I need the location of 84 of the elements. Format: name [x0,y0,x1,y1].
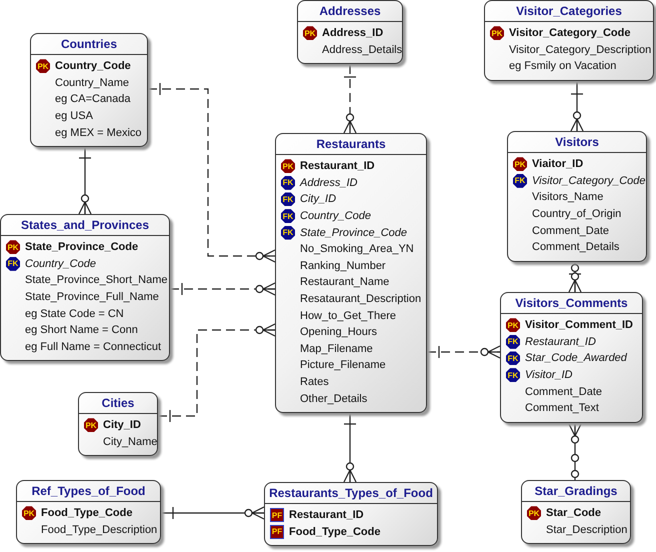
field-name: Country_Code [55,60,131,72]
field-name: Restaurant_Name [300,276,390,288]
field-name: State_Province_Code [25,241,138,254]
key-badge: PF [270,524,284,539]
field-name: Address_ID [300,176,358,189]
field-name: State_Province_Full_Name [25,291,159,304]
key-badge: FK [281,192,295,206]
field-name: Address_Details [322,44,402,56]
key-badge: PK [527,506,541,520]
entity-title: Visitor_Categories [485,1,653,22]
field-name: Visitors_Name [532,191,604,204]
entity-title: Addresses [298,1,402,22]
key-badge: FK [506,334,520,349]
field-name: Comment_Date [532,224,610,237]
field-name: eg State Code = CN [25,308,124,320]
key-badge: FK [281,226,295,240]
field-name: Star_Code_Awarded [525,352,627,364]
key-badge: FK [281,176,295,190]
field-name: eg MEX = Mexico [55,126,142,139]
key-badge: FK [506,351,520,366]
key-badge: PK [303,26,317,40]
field-name: City_ID [300,193,336,206]
entity-title: Restaurants [276,134,426,155]
field-name: Visitor_Category_Code [532,174,646,187]
key-badge: PK [22,506,36,520]
entity-title: Visitors [508,132,646,153]
entity-title: Star_Gradings [522,481,630,502]
field-name: Address_ID [322,27,384,40]
field-name: Ranking_Number [300,260,386,272]
field-name: Restaurant_ID [289,509,364,522]
key-badge: PK [490,26,504,40]
field-name: Comment_Date [525,386,602,398]
field-name: Food_Type_Description [41,524,158,536]
field-name: Star_Description [546,524,628,536]
field-name: eg CA=Canada [55,93,131,106]
field-name: Visitor_Comment_ID [525,319,633,332]
entity-title: Ref_Types_of_Food [17,481,160,502]
entity-title: Restaurants_Types_of_Food [265,483,437,504]
key-badge: PK [513,157,527,172]
key-badge: PK [84,418,98,432]
key-badge: FK [513,174,527,188]
field-name: Visitor_ID [525,369,572,382]
key-badge: FK [281,209,295,224]
key-badge: PF [270,508,284,522]
field-name: State_Province_Code [300,226,408,239]
key-badge: FK [506,368,520,382]
field-name: City_Name [103,436,158,448]
field-name: Restaurant_ID [525,336,596,348]
field-name: No_Smoking_Area_YN [300,243,414,256]
key-badge: PK [6,240,20,254]
field-name: Picture_Filename [300,359,386,372]
field-name: Food_Type_Code [41,507,132,520]
field-name: Opening_Hours [300,326,378,338]
key-badge: PK [281,159,295,174]
field-name: Other_Details [300,392,368,405]
entity-title: States_and_Provinces [1,215,169,236]
field-name: Restaurant_ID [300,160,375,172]
field-name: Viaitor_ID [532,158,584,170]
key-badge: PK [36,59,50,74]
field-name: City_ID [103,419,141,432]
entity-title: Cities [79,393,157,414]
field-name: eg Short Name = Conn [25,324,138,336]
field-name: Visitor_Category_Description [509,44,652,56]
field-name: eg Fsmily on Vacation [509,60,616,72]
field-name: Country_Code [300,210,371,222]
field-name: Comment_Text [525,402,599,414]
field-name: Country_of_Origin [532,208,622,220]
field-name: State_Province_Short_Name [25,274,168,286]
field-name: eg Full Name = Connecticut [25,340,162,353]
field-name: Resataurant_Description [300,293,422,306]
field-name: Country_Name [55,76,129,89]
field-name: Star_Code [546,507,602,520]
field-name: Map_Filename [300,342,373,355]
field-name: Food_Type_Code [289,526,380,538]
entity-title: Countries [31,34,147,55]
field-name: Comment_Details [532,241,620,254]
field-name: Rates [300,376,329,388]
entity-title: Visitors_Comments [501,293,642,314]
key-badge: FK [6,256,20,271]
field-name: eg USA [55,110,93,122]
field-name: Visitor_Category_Code [509,27,630,40]
key-badge: PK [506,318,520,332]
field-name: Country_Code [25,258,96,270]
field-name: How_to_Get_There [300,310,396,322]
